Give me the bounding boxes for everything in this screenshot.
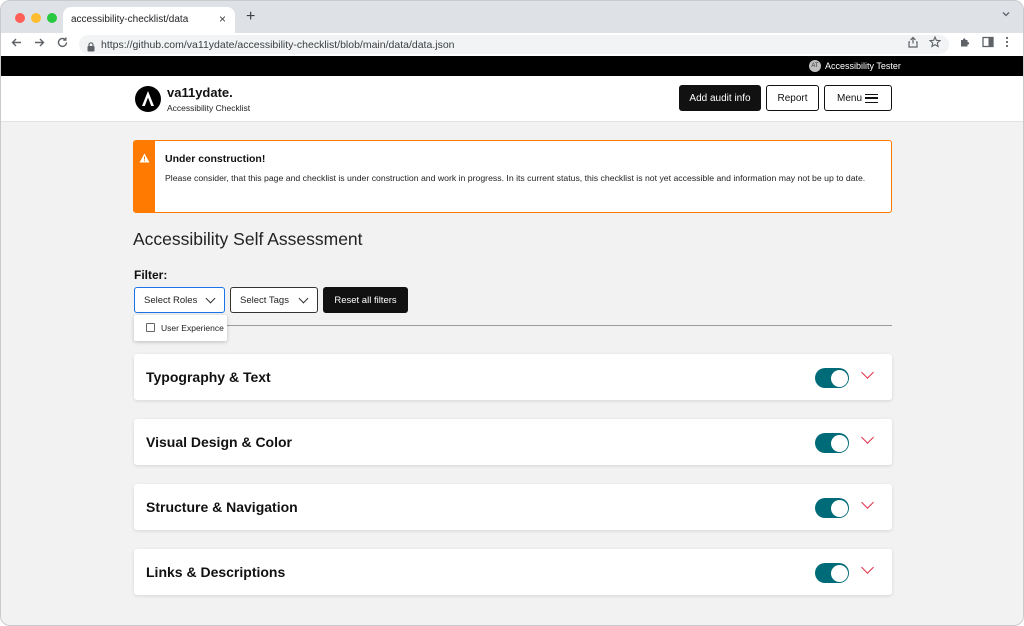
forward-icon[interactable] <box>33 36 46 53</box>
share-icon[interactable] <box>907 36 919 52</box>
more-options-icon[interactable] <box>1005 36 1009 52</box>
tab-close-icon[interactable]: × <box>219 12 226 26</box>
category-toggle[interactable] <box>815 368 849 388</box>
filter-divider <box>223 325 892 326</box>
lock-icon <box>87 39 95 52</box>
minimize-window-button[interactable] <box>31 13 41 23</box>
brand-subtitle: Accessibility Checklist <box>167 103 251 113</box>
expand-chevron-icon[interactable] <box>861 496 874 509</box>
category-card[interactable]: Visual Design & Color <box>134 419 892 465</box>
toggle-knob <box>830 369 848 387</box>
logo-icon[interactable] <box>135 86 161 112</box>
category-title: Structure & Navigation <box>146 499 298 515</box>
user-bar: AT Accessibility Tester <box>1 56 1023 76</box>
menu-button[interactable]: Menu <box>824 85 892 111</box>
address-bar[interactable]: https://github.com/va11ydate/accessibili… <box>79 35 949 54</box>
category-card[interactable]: Typography & Text <box>134 354 892 400</box>
chevron-down-icon <box>298 293 309 304</box>
alert-message: Please consider, that this page and chec… <box>165 173 866 183</box>
add-audit-info-button[interactable]: Add audit info <box>679 85 761 111</box>
select-roles-label: Select Roles <box>144 294 198 306</box>
page-title: Accessibility Self Assessment <box>133 229 363 249</box>
menu-button-label: Menu <box>837 92 863 104</box>
select-tags-label: Select Tags <box>240 294 289 306</box>
toggle-knob <box>830 564 848 582</box>
browser-tab[interactable]: accessibility-checklist/data × <box>63 7 235 33</box>
bookmark-star-icon[interactable] <box>928 35 942 52</box>
new-tab-button[interactable]: + <box>246 8 255 26</box>
reload-icon[interactable] <box>56 36 69 53</box>
expand-chevron-icon[interactable] <box>861 431 874 444</box>
side-panel-icon[interactable] <box>982 36 994 52</box>
filter-label: Filter: <box>134 268 168 282</box>
extensions-icon[interactable] <box>959 36 971 52</box>
close-window-button[interactable] <box>15 13 25 23</box>
user-name[interactable]: Accessibility Tester <box>825 61 901 71</box>
user-avatar[interactable]: AT <box>809 60 821 72</box>
user-experience-checkbox[interactable] <box>146 323 155 332</box>
tab-strip: accessibility-checklist/data × + <box>1 1 1023 33</box>
category-title: Links & Descriptions <box>146 564 286 580</box>
url-text: https://github.com/va11ydate/accessibili… <box>101 39 455 51</box>
brand-name[interactable]: va11ydate. <box>167 85 233 100</box>
chevron-down-icon <box>205 293 216 304</box>
expand-chevron-icon[interactable] <box>861 366 874 379</box>
select-tags-dropdown[interactable]: Select Tags <box>230 287 318 313</box>
warning-icon <box>139 150 150 163</box>
browser-window: accessibility-checklist/data × + https:/… <box>0 0 1024 626</box>
category-title: Typography & Text <box>146 369 271 385</box>
category-title: Visual Design & Color <box>146 434 292 450</box>
roles-options-menu: User Experience <box>134 315 227 341</box>
select-roles-dropdown[interactable]: Select Roles <box>134 287 225 313</box>
tab-title: accessibility-checklist/data <box>71 14 189 25</box>
browser-toolbar: https://github.com/va11ydate/accessibili… <box>1 33 1023 56</box>
expand-chevron-icon[interactable] <box>861 561 874 574</box>
alert-title: Under construction! <box>165 153 266 165</box>
hamburger-icon <box>865 94 878 103</box>
reset-filters-button[interactable]: Reset all filters <box>323 287 408 313</box>
report-button[interactable]: Report <box>766 85 819 111</box>
category-card[interactable]: Links & Descriptions <box>134 549 892 595</box>
role-option-label[interactable]: User Experience <box>161 323 224 333</box>
toggle-knob <box>830 499 848 517</box>
category-toggle[interactable] <box>815 563 849 583</box>
construction-alert: Under construction! Please consider, tha… <box>133 140 892 213</box>
category-card[interactable]: Structure & Navigation <box>134 484 892 530</box>
category-toggle[interactable] <box>815 433 849 453</box>
category-toggle[interactable] <box>815 498 849 518</box>
alert-accent-bar <box>134 141 155 212</box>
page-content: AT Accessibility Tester va11ydate. Acces… <box>1 56 1023 625</box>
maximize-window-button[interactable] <box>47 13 57 23</box>
site-header: va11ydate. Accessibility Checklist Add a… <box>1 76 1023 122</box>
toggle-knob <box>830 434 848 452</box>
tab-search-chevron-icon[interactable] <box>1001 9 1011 22</box>
back-icon[interactable] <box>10 36 23 53</box>
